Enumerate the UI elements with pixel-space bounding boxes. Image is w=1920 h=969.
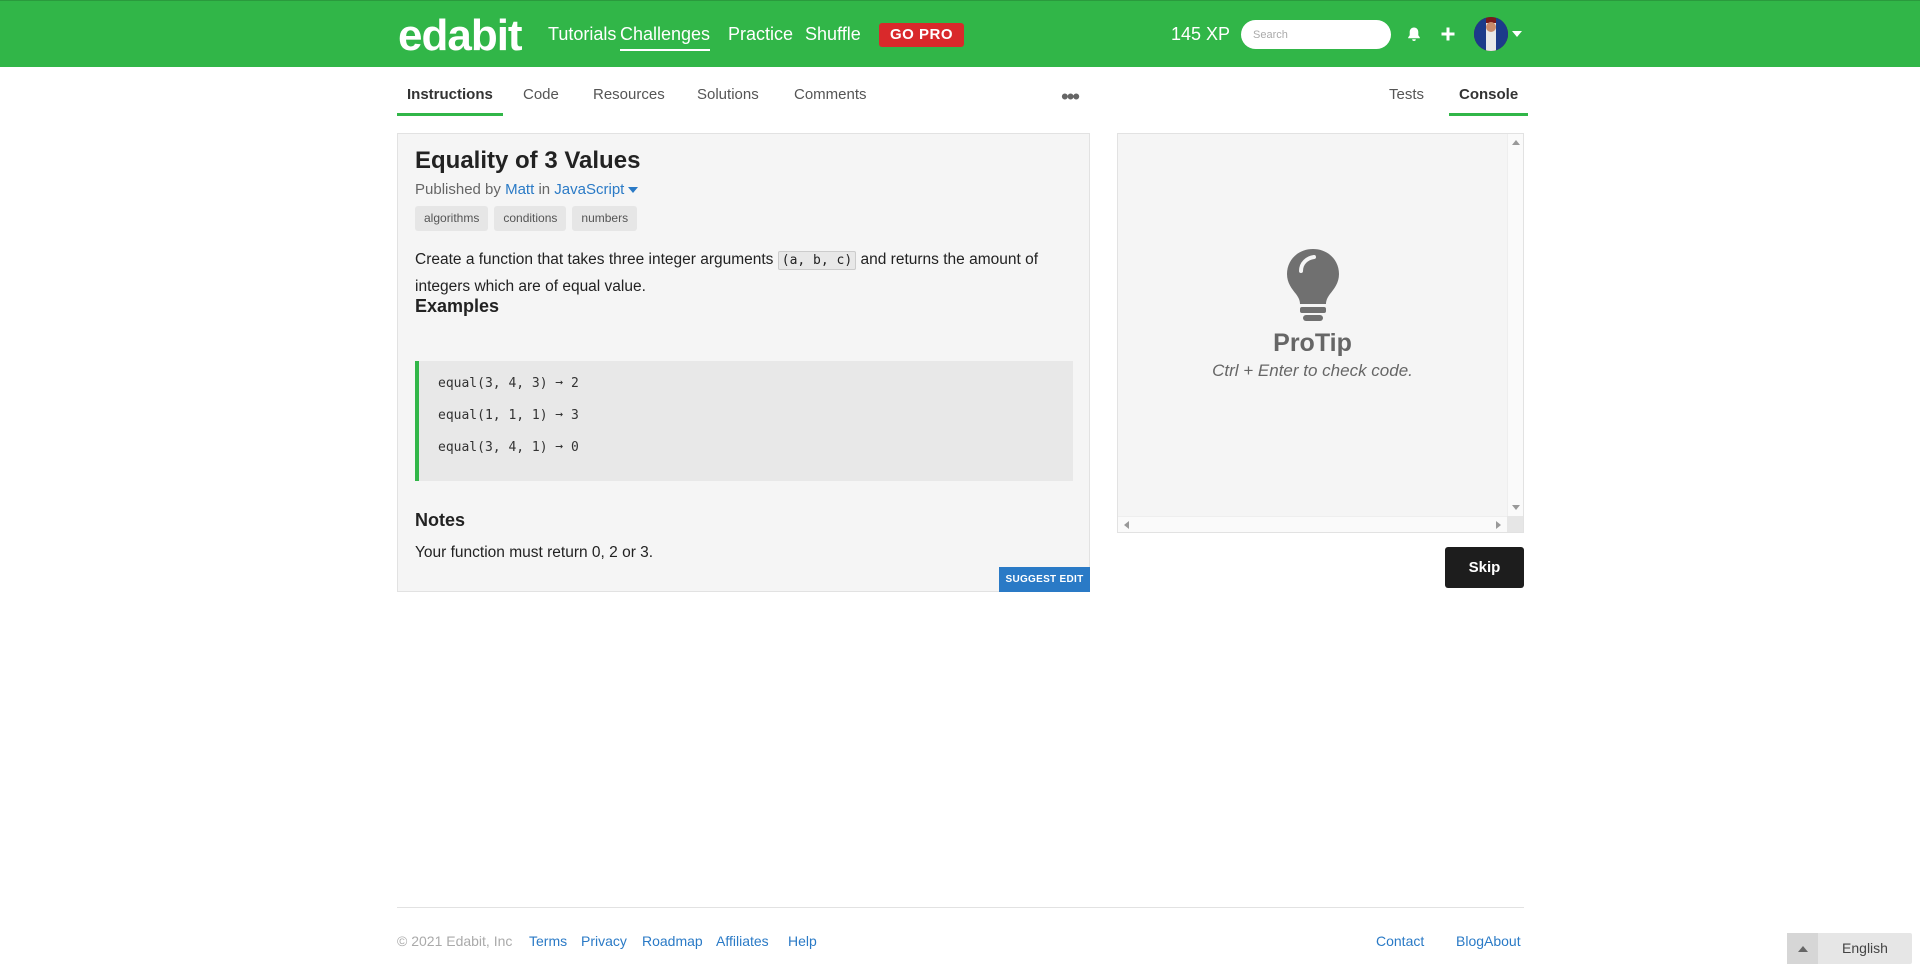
- nav-challenges[interactable]: Challenges: [620, 24, 711, 51]
- footer-link-contact[interactable]: Contact: [1376, 933, 1424, 949]
- search-input[interactable]: [1241, 20, 1391, 49]
- copyright-text: © 2021 Edabit, Inc: [397, 933, 513, 949]
- nav-practice[interactable]: Practice: [728, 24, 793, 45]
- challenge-title: Equality of 3 Values: [415, 147, 641, 174]
- tab-console[interactable]: Console: [1449, 86, 1529, 116]
- footer-link-blog[interactable]: Blog: [1456, 933, 1484, 949]
- in-label: in: [538, 181, 551, 198]
- skip-button[interactable]: Skip: [1445, 547, 1524, 588]
- edabit-logo[interactable]: edabit: [398, 11, 523, 61]
- tab-resources[interactable]: Resources: [583, 86, 675, 116]
- challenge-description: Create a function that takes three integ…: [415, 247, 1080, 300]
- tag-algorithms[interactable]: algorithms: [415, 206, 489, 231]
- footer-link-help[interactable]: Help: [788, 933, 817, 949]
- tag-conditions[interactable]: conditions: [494, 206, 567, 231]
- lightbulb-icon: [1287, 249, 1339, 321]
- published-by-label: Published by: [415, 181, 501, 198]
- inline-code: (a, b, c): [777, 251, 857, 270]
- language-label: English: [1842, 940, 1888, 956]
- examples-heading: Examples: [415, 296, 500, 316]
- instructions-panel: Equality of 3 Values Published by Matt i…: [397, 133, 1090, 592]
- vertical-scrollbar[interactable]: [1507, 134, 1523, 516]
- footer-link-affiliates[interactable]: Affiliates: [716, 933, 769, 949]
- protip-title: ProTip: [1273, 329, 1352, 357]
- scroll-up-arrow-icon[interactable]: [1512, 140, 1520, 145]
- chevron-up-icon[interactable]: [1787, 933, 1818, 964]
- console-panel: ProTip Ctrl + Enter to check code.: [1117, 133, 1524, 533]
- scroll-left-arrow-icon[interactable]: [1124, 521, 1129, 529]
- footer-divider: [397, 907, 1524, 908]
- tag-numbers[interactable]: numbers: [572, 206, 638, 231]
- challenge-byline: Published by Matt in JavaScript: [415, 181, 639, 198]
- language-selector[interactable]: English: [1787, 933, 1912, 964]
- scroll-down-arrow-icon[interactable]: [1512, 505, 1520, 510]
- notes-heading: Notes: [415, 510, 466, 530]
- nav-shuffle[interactable]: Shuffle: [805, 24, 861, 45]
- footer-link-about[interactable]: About: [1484, 933, 1521, 949]
- protip-text: Ctrl + Enter to check code.: [1212, 361, 1413, 380]
- more-options-icon[interactable]: •••: [1061, 86, 1080, 108]
- horizontal-scrollbar[interactable]: [1118, 516, 1507, 532]
- bell-icon[interactable]: [1403, 23, 1425, 45]
- top-navbar: edabit Tutorials Challenges Practice Shu…: [0, 0, 1920, 67]
- scroll-right-arrow-icon[interactable]: [1496, 521, 1501, 529]
- plus-icon[interactable]: [1437, 23, 1459, 45]
- chevron-down-icon: [628, 187, 639, 194]
- user-avatar[interactable]: [1474, 17, 1508, 51]
- example-line: equal(3, 4, 3) ➞ 2: [438, 376, 579, 391]
- language-dropdown[interactable]: JavaScript: [554, 181, 639, 198]
- author-link[interactable]: Matt: [505, 181, 534, 198]
- nav-tutorials[interactable]: Tutorials: [548, 24, 616, 45]
- go-pro-button[interactable]: GO PRO: [879, 23, 965, 47]
- example-line: equal(3, 4, 1) ➞ 0: [438, 440, 579, 455]
- examples-block: equal(3, 4, 3) ➞ 2 equal(1, 1, 1) ➞ 3 eq…: [415, 361, 1073, 481]
- tab-tests[interactable]: Tests: [1379, 86, 1434, 116]
- footer-link-roadmap[interactable]: Roadmap: [642, 933, 703, 949]
- suggest-edit-button[interactable]: SUGGEST EDIT: [999, 567, 1090, 592]
- notes-text: Your function must return 0, 2 or 3.: [415, 544, 654, 561]
- language-label: JavaScript: [554, 181, 625, 198]
- tab-instructions[interactable]: Instructions: [397, 86, 503, 116]
- footer-link-privacy[interactable]: Privacy: [581, 933, 627, 949]
- tab-code[interactable]: Code: [513, 86, 569, 116]
- description-text: Create a function that takes three integ…: [415, 251, 774, 268]
- tab-comments[interactable]: Comments: [784, 86, 877, 116]
- avatar-dropdown-caret-icon[interactable]: [1512, 31, 1522, 37]
- tag-list: algorithms conditions numbers: [415, 206, 638, 231]
- tab-solutions[interactable]: Solutions: [687, 86, 769, 116]
- example-line: equal(1, 1, 1) ➞ 3: [438, 408, 579, 423]
- footer-link-terms[interactable]: Terms: [529, 933, 567, 949]
- xp-counter: 145 XP: [1171, 24, 1231, 44]
- scrollbar-corner: [1507, 516, 1523, 532]
